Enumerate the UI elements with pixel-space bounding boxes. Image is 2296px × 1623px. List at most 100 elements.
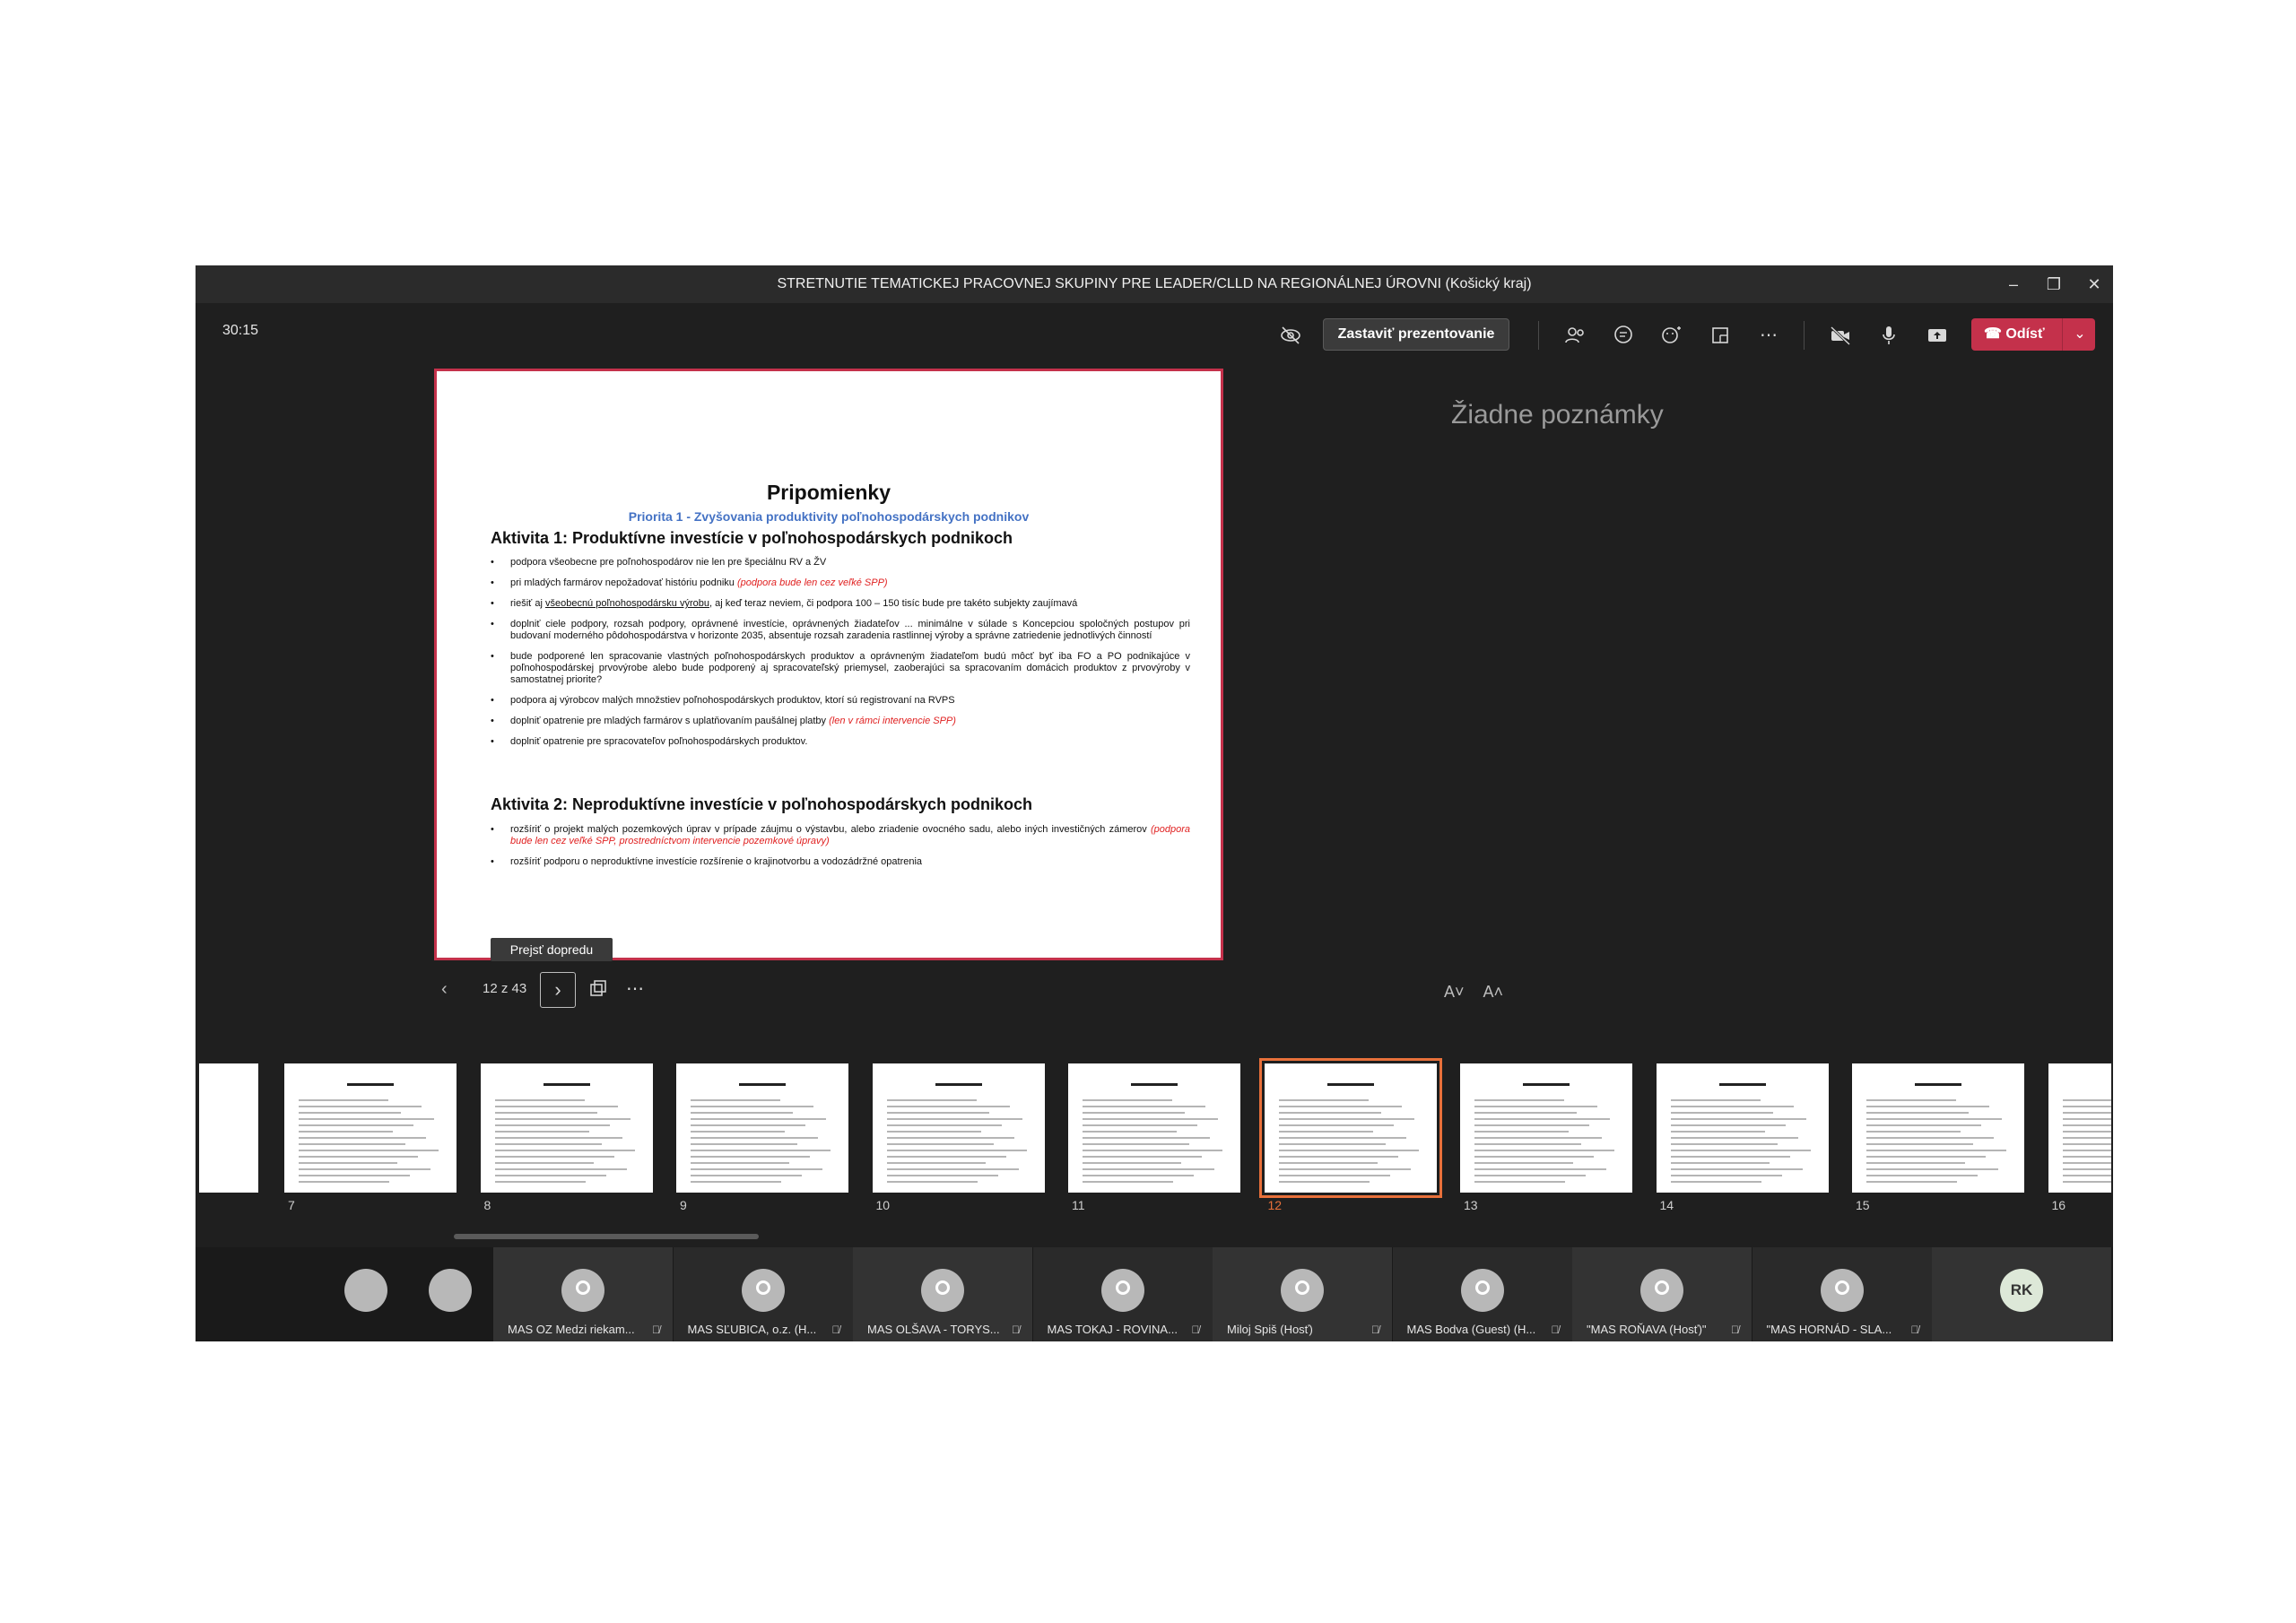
bullet-text: riešiť aj (510, 598, 545, 609)
thumbnail-text-line (1670, 1106, 1794, 1107)
thumbnail-text-line (494, 1143, 602, 1145)
camera-off-icon[interactable] (1828, 323, 1853, 348)
breakout-rooms-icon[interactable] (1708, 323, 1733, 348)
chevron-down-icon[interactable]: ⌄ (2065, 318, 2095, 351)
thumbnail-text-line (1866, 1124, 1981, 1126)
thumbnail-text-line (299, 1106, 422, 1107)
next-slide-button[interactable]: › (540, 972, 576, 1008)
slide-thumbnail[interactable] (872, 1063, 1045, 1193)
participant-name: "MAS HORNÁD - SLA... (1766, 1323, 1892, 1336)
participant-name: MAS OLŠAVA - TORYS... (867, 1323, 1000, 1336)
slide-subtitle: Priorita 1 - Zvyšovania produktivity poľ… (628, 509, 1030, 524)
slide-thumbnail[interactable] (1068, 1063, 1240, 1193)
thumbnail-text-line (1670, 1143, 1778, 1145)
microphone-icon[interactable] (1876, 323, 1901, 348)
more-options-icon[interactable]: ⋯ (626, 977, 644, 1000)
thumbnail-text-line (299, 1162, 397, 1164)
bullet-underlined: všeobecnú poľnohospodársku výrobu (544, 598, 709, 609)
thumbnail-text-line (2062, 1106, 2111, 1107)
thumbnail-text-line (1866, 1137, 1994, 1139)
minimize-icon[interactable]: – (2002, 273, 2025, 296)
thumbnail-text-line (1866, 1168, 1998, 1170)
slide-thumbnail[interactable] (676, 1063, 848, 1193)
thumbnail-text-line (299, 1131, 393, 1133)
meeting-title: STRETNUTIE TEMATICKEJ PRACOVNEJ SKUPINY … (777, 276, 1532, 291)
slide-thumbnails-icon[interactable] (588, 979, 608, 1003)
thumbnail-text-line (886, 1156, 1006, 1158)
thumbnail-text-line (2062, 1181, 2111, 1183)
thumbnail-text-line (1474, 1099, 1564, 1101)
thumbnail-text-line (1083, 1124, 1197, 1126)
participant-avatar[interactable] (344, 1269, 387, 1312)
previous-slide-icon[interactable]: ‹ (441, 979, 448, 1000)
participant-tile[interactable]: MAS SĽUBICA, o.z. (H... 🎙̸ (673, 1247, 853, 1341)
slide-thumbnail[interactable] (1852, 1063, 2024, 1193)
bullet-text: pri mladých farmárov nepožadovať históri… (510, 577, 737, 588)
slide-thumbnail[interactable] (480, 1063, 653, 1193)
slide-thumbnail[interactable] (199, 1063, 258, 1193)
close-icon[interactable]: ✕ (2083, 273, 2106, 296)
thumbnail-text-line (691, 1118, 826, 1120)
participant-tile[interactable]: MAS OLŠAVA - TORYS... 🎙̸ (853, 1247, 1032, 1341)
slide-thumbnail[interactable] (2048, 1063, 2111, 1193)
thumbnail-text-line (1083, 1181, 1173, 1183)
thumbnail-text-line (1278, 1156, 1398, 1158)
activity2-heading: Aktivita 2: Neproduktívne investície v p… (491, 795, 1033, 813)
participant-tile[interactable]: "MAS HORNÁD - SLA... 🎙̸ (1752, 1247, 1932, 1341)
thumbnail-text-line (886, 1124, 1002, 1126)
slide-number: 9 (680, 1198, 687, 1212)
participant-avatar[interactable] (429, 1269, 472, 1312)
thumbnail-text-line (886, 1168, 1019, 1170)
teams-meeting-window: STRETNUTIE TEMATICKEJ PRACOVNEJ SKUPINY … (196, 265, 2113, 1341)
thumbnail-scrollbar[interactable] (454, 1234, 759, 1239)
participant-tile[interactable]: "MAS ROŇAVA (Hosť)" 🎙̸ (1572, 1247, 1752, 1341)
thumbnail-text-line (1866, 1175, 1978, 1176)
bullet-text: , aj keď teraz neviem, či podpora 100 – … (709, 598, 1078, 609)
increase-font-button[interactable]: A˄ (1483, 983, 1504, 1001)
leave-button[interactable]: ☎ Odísť ⌄ (1971, 318, 2095, 351)
thumbnail-text-line (1670, 1175, 1782, 1176)
more-actions-icon[interactable]: ⋯ (1756, 323, 1781, 348)
share-tray-icon[interactable] (1925, 323, 1950, 348)
thumbnail-text-line (691, 1175, 802, 1176)
chat-icon[interactable] (1611, 323, 1636, 348)
slide-thumbnail[interactable] (1656, 1063, 1829, 1193)
participant-tile[interactable]: MAS Bodva (Guest) (H... 🎙̸ (1392, 1247, 1572, 1341)
thumbnail-text-line (494, 1124, 610, 1126)
participant-tile[interactable]: MAS OZ Medzi riekam... 🎙̸ (493, 1247, 673, 1341)
slide-thumbnail[interactable] (284, 1063, 457, 1193)
participant-avatar (1460, 1269, 1504, 1312)
thumbnail-text-line (1670, 1168, 1803, 1170)
reactions-icon[interactable] (1659, 323, 1684, 348)
title-bar: STRETNUTIE TEMATICKEJ PRACOVNEJ SKUPINY … (196, 265, 2113, 303)
decrease-font-button[interactable]: A˅ (1444, 983, 1465, 1001)
stop-presenting-button[interactable]: Zastaviť prezentovanie (1323, 318, 1509, 351)
hide-eye-icon[interactable] (1278, 323, 1303, 348)
next-slide-tooltip: Prejsť dopredu (491, 938, 613, 961)
thumbnail-text-line (2062, 1118, 2111, 1120)
slide-number: 14 (1659, 1198, 1674, 1212)
thumbnail-text-line (1670, 1156, 1790, 1158)
slide-counter: 12 z 43 (483, 981, 527, 996)
thumbnail-text-line (691, 1181, 781, 1183)
self-tile[interactable]: RK (1932, 1247, 2111, 1341)
leave-label: ☎ Odísť (1984, 318, 2045, 351)
thumbnail-text-line (1278, 1118, 1414, 1120)
participant-tile[interactable]: Miloj Spiš (Hosť) 🎙̸ (1213, 1247, 1392, 1341)
thumbnail-text-line (691, 1131, 785, 1133)
thumbnail-text-line (1474, 1118, 1610, 1120)
thumbnail-text-line (2062, 1099, 2111, 1101)
participant-avatar (1281, 1269, 1324, 1312)
thumbnail-text-line (1083, 1143, 1189, 1145)
people-icon[interactable] (1562, 323, 1587, 348)
thumbnail-text-line (494, 1137, 622, 1139)
thumbnail-text-line (691, 1112, 793, 1114)
participant-tile[interactable]: MAS TOKAJ - ROVINA... 🎙̸ (1032, 1247, 1213, 1341)
self-avatar: RK (2000, 1269, 2043, 1312)
thumbnail-text-line (299, 1137, 426, 1139)
restore-icon[interactable]: ❐ (2042, 273, 2066, 296)
thumbnail-text-line (1083, 1162, 1181, 1164)
slide-thumbnail[interactable] (1258, 1058, 1442, 1198)
slide-thumbnail[interactable] (1460, 1063, 1632, 1193)
thumbnail-text-line (1474, 1106, 1597, 1107)
